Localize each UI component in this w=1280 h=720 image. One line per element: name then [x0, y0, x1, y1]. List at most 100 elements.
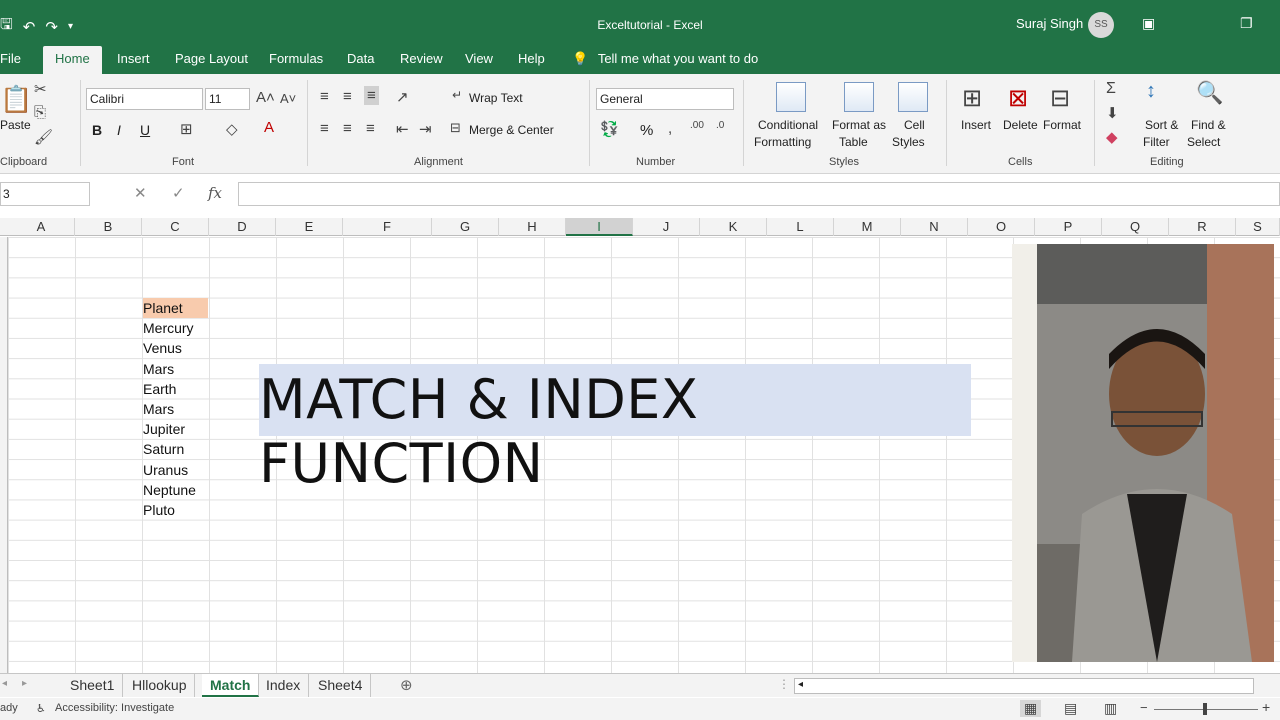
cell-styles-icon[interactable]: [898, 82, 928, 112]
tell-me-box[interactable]: 💡 Tell me what you want to do: [572, 46, 758, 72]
column-header-j[interactable]: J: [633, 218, 700, 236]
format-cells-icon[interactable]: ⊟: [1050, 84, 1070, 113]
presenter-photo[interactable]: [1012, 244, 1274, 662]
sheet-tab-match[interactable]: Match: [202, 674, 260, 697]
align-center-icon[interactable]: ≡: [343, 120, 352, 137]
middle-align-icon[interactable]: ≡: [343, 88, 352, 105]
planet-cell[interactable]: Mars: [143, 359, 208, 379]
planet-cell[interactable]: Saturn: [143, 439, 208, 459]
paste-button[interactable]: Paste: [0, 118, 31, 132]
percent-button[interactable]: %: [640, 122, 653, 139]
sheet-tab-sheet1[interactable]: Sheet1: [62, 674, 124, 697]
borders-icon[interactable]: ⊞: [180, 120, 193, 138]
wrap-text-button[interactable]: Wrap Text: [469, 91, 523, 105]
column-header-s[interactable]: S: [1236, 218, 1280, 236]
title-banner[interactable]: MATCH & INDEX FUNCTION: [259, 364, 971, 495]
clear-icon[interactable]: ◆: [1106, 128, 1118, 146]
user-name[interactable]: Suraj Singh: [1016, 16, 1083, 31]
column-header-i[interactable]: I: [566, 218, 633, 236]
tab-formulas[interactable]: Formulas: [269, 46, 323, 74]
comma-style-icon[interactable]: ,: [668, 120, 672, 137]
planet-cell[interactable]: Mars: [143, 399, 208, 419]
column-header-e[interactable]: E: [276, 218, 343, 236]
scroll-left-icon[interactable]: ◂: [2, 678, 7, 689]
column-header-h[interactable]: H: [499, 218, 566, 236]
customize-qat-icon[interactable]: ▾: [68, 21, 73, 32]
new-sheet-icon[interactable]: ⊕: [400, 676, 413, 694]
tab-file[interactable]: File: [0, 46, 21, 74]
accounting-icon[interactable]: 💱: [600, 120, 619, 138]
column-header-g[interactable]: G: [432, 218, 499, 236]
planet-cell[interactable]: Neptune: [143, 480, 208, 500]
column-header-c[interactable]: C: [142, 218, 209, 236]
planet-cell[interactable]: Mercury: [143, 318, 208, 338]
sort-filter-label-1[interactable]: Sort &: [1145, 118, 1178, 132]
underline-button[interactable]: U: [140, 122, 150, 138]
increase-decimal-icon[interactable]: .00: [690, 120, 704, 131]
horizontal-scrollbar[interactable]: ◂: [794, 678, 1254, 694]
column-header-a[interactable]: A: [8, 218, 75, 236]
tab-help[interactable]: Help: [518, 46, 545, 74]
decrease-indent-icon[interactable]: ⇤: [396, 120, 409, 138]
increase-indent-icon[interactable]: ⇥: [419, 120, 432, 138]
accessibility-status[interactable]: Accessibility: Investigate: [55, 702, 174, 714]
tab-view[interactable]: View: [465, 46, 493, 74]
sort-filter-icon[interactable]: ↕: [1146, 80, 1156, 103]
splitter-icon[interactable]: ⋮: [778, 677, 790, 691]
number-format-select[interactable]: General: [596, 88, 734, 110]
zoom-in-icon[interactable]: +: [1262, 699, 1270, 715]
delete-cells-icon[interactable]: ⊠: [1008, 84, 1028, 113]
column-header-r[interactable]: R: [1169, 218, 1236, 236]
tab-review[interactable]: Review: [400, 46, 443, 74]
font-color-icon[interactable]: A: [264, 119, 274, 136]
planet-cell[interactable]: Venus: [143, 338, 208, 358]
undo-icon[interactable]: ↶: [23, 18, 36, 36]
column-header-k[interactable]: K: [700, 218, 767, 236]
page-layout-view-icon[interactable]: ▤: [1064, 700, 1077, 717]
align-right-icon[interactable]: ≡: [366, 120, 375, 137]
increase-font-icon[interactable]: A˄: [256, 89, 275, 106]
find-select-label-2[interactable]: Select: [1187, 135, 1220, 149]
cancel-icon[interactable]: ✕: [134, 184, 147, 202]
column-header-l[interactable]: L: [767, 218, 834, 236]
insert-cells-button[interactable]: Insert: [961, 118, 991, 132]
format-cells-button[interactable]: Format: [1043, 118, 1081, 132]
zoom-out-icon[interactable]: −: [1140, 700, 1148, 715]
accessibility-icon[interactable]: ♿: [36, 702, 46, 715]
planet-cell[interactable]: Pluto: [143, 500, 208, 520]
delete-cells-button[interactable]: Delete: [1003, 118, 1038, 132]
tab-home[interactable]: Home: [43, 46, 102, 74]
column-header-p[interactable]: P: [1035, 218, 1102, 236]
column-header-f[interactable]: F: [343, 218, 432, 236]
decrease-font-icon[interactable]: A˅: [280, 91, 296, 106]
tab-data[interactable]: Data: [347, 46, 374, 74]
paste-icon[interactable]: 📋: [0, 84, 32, 115]
cut-icon[interactable]: ✂: [34, 80, 47, 98]
redo-icon[interactable]: ↷: [45, 18, 58, 36]
bold-button[interactable]: B: [92, 122, 102, 138]
save-icon[interactable]: 🖫: [0, 14, 13, 39]
insert-cells-icon[interactable]: ⊞: [962, 84, 982, 113]
zoom-slider-thumb[interactable]: [1203, 703, 1207, 715]
planet-cell[interactable]: Uranus: [143, 460, 208, 480]
page-break-view-icon[interactable]: ▥: [1104, 700, 1117, 717]
autosum-icon[interactable]: Σ: [1106, 80, 1116, 98]
align-left-icon[interactable]: ≡: [320, 120, 329, 137]
sheet-tab-hllookup[interactable]: Hllookup: [124, 674, 196, 697]
column-header-o[interactable]: O: [968, 218, 1035, 236]
normal-view-icon[interactable]: ▦: [1020, 700, 1042, 717]
cell-styles-label-1[interactable]: Cell: [904, 118, 925, 132]
scroll-right-icon[interactable]: ▸: [22, 678, 27, 689]
bottom-align-icon[interactable]: ≡: [364, 86, 379, 105]
enter-icon[interactable]: ✓: [172, 184, 185, 202]
scroll-left-arrow-icon[interactable]: ◂: [798, 679, 803, 690]
orientation-icon[interactable]: ↗: [396, 88, 409, 106]
avatar[interactable]: SS: [1088, 12, 1114, 38]
format-as-table-icon[interactable]: [844, 82, 874, 112]
column-header-d[interactable]: D: [209, 218, 276, 236]
insert-function-icon[interactable]: fx: [208, 184, 222, 202]
name-box[interactable]: 3: [0, 182, 90, 206]
font-size-select[interactable]: 11: [205, 88, 250, 110]
merge-center-button[interactable]: Merge & Center: [469, 123, 554, 137]
font-name-select[interactable]: Calibri: [86, 88, 203, 110]
